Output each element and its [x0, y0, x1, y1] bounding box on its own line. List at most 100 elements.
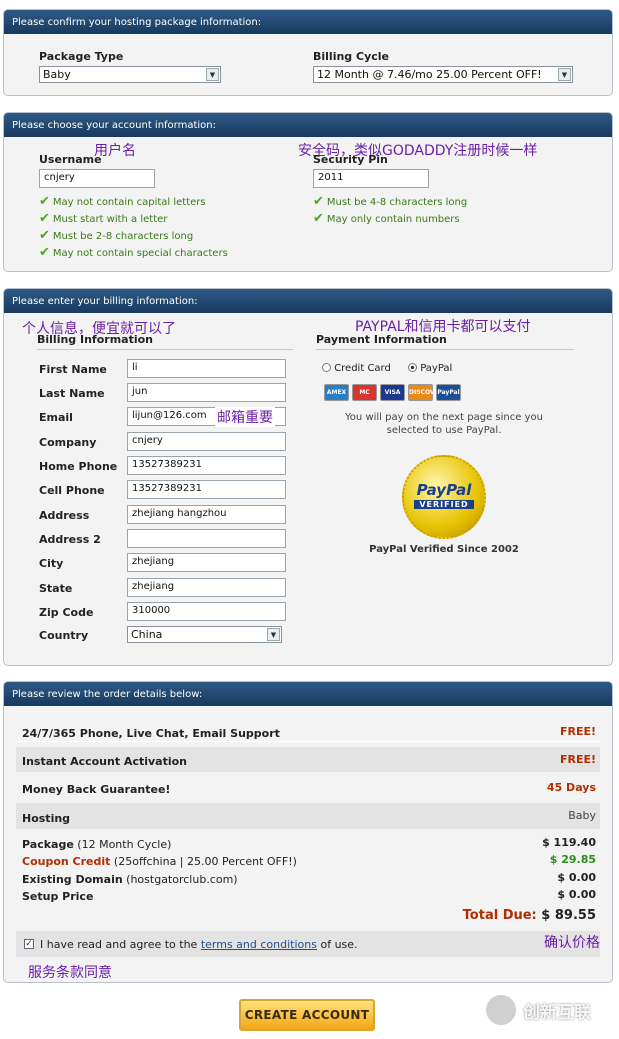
activation-label: Instant Account Activation: [22, 755, 188, 768]
email-label: Email: [39, 411, 73, 424]
email-annotation: 邮箱重要: [215, 407, 275, 427]
account-panel-header: Please choose your account information:: [4, 113, 612, 137]
cell-phone-input[interactable]: 13527389231: [127, 480, 286, 499]
username-rule: ✔ Must start with a letter: [39, 211, 168, 226]
state-label: State: [39, 582, 73, 595]
seal-paypal-text: PayPal: [416, 481, 472, 499]
coupon-row: Coupon Credit (25offchina | 25.00 Percen…: [16, 853, 600, 872]
last-name-input[interactable]: jun: [127, 383, 286, 402]
pin-input[interactable]: 2011: [313, 169, 429, 188]
billing-information-title: Billing Information: [37, 333, 293, 350]
radio-unchecked-icon[interactable]: [322, 363, 331, 372]
billing-cycle-value: 12 Month @ 7.46/mo 25.00 Percent OFF!: [317, 68, 542, 81]
mastercard-icon: MC: [352, 384, 377, 401]
first-name-label: First Name: [39, 363, 107, 376]
agree-checkbox-icon[interactable]: ✓: [24, 939, 34, 949]
price-annotation: 确认价格: [544, 935, 600, 951]
amex-icon: AMEX: [324, 384, 349, 401]
guarantee-value: 45 Days: [546, 781, 596, 794]
guarantee-row: Money Back Guarantee! 45 Days: [16, 775, 600, 800]
package-type-value: Baby: [43, 68, 71, 81]
first-name-input[interactable]: li: [127, 359, 286, 378]
watermark: 创新互联: [486, 993, 611, 1027]
coupon-label: Coupon Credit: [22, 855, 111, 868]
paypal-verified-seal-icon: PayPal VERIFIED: [402, 455, 486, 539]
agree-suffix: of use.: [320, 938, 358, 951]
company-input[interactable]: cnjery: [127, 432, 286, 451]
package-row: Package (12 Month Cycle) $ 119.40: [16, 836, 600, 855]
zip-code-label: Zip Code: [39, 606, 94, 619]
agree-row: ✓ I have read and agree to the terms and…: [16, 931, 600, 957]
last-name-label: Last Name: [39, 387, 105, 400]
total-due: Total Due: $ 89.55: [463, 908, 596, 923]
username-rule: ✔ May not contain capital letters: [39, 194, 206, 209]
watermark-logo-icon: [486, 995, 516, 1025]
hosting-label: Hosting: [22, 812, 71, 825]
country-value: China: [131, 628, 163, 641]
domain-row: Existing Domain (hostgatorclub.com) $ 0.…: [16, 871, 600, 890]
check-icon: ✔: [39, 194, 50, 209]
seal-verified-text: VERIFIED: [414, 500, 474, 509]
billing-cycle-select[interactable]: 12 Month @ 7.46/mo 25.00 Percent OFF! ▼: [313, 66, 573, 83]
package-type-label: Package Type: [39, 50, 124, 63]
package-detail: (12 Month Cycle): [77, 838, 172, 851]
address-input[interactable]: zhejiang hangzhou: [127, 505, 286, 524]
guarantee-label: Money Back Guarantee!: [22, 783, 171, 796]
create-account-button[interactable]: CREATE ACCOUNT: [239, 999, 375, 1031]
package-panel: Please confirm your hosting package info…: [3, 9, 613, 96]
check-icon: ✔: [39, 211, 50, 226]
support-value: FREE!: [559, 725, 596, 738]
zip-code-input[interactable]: 310000: [127, 602, 286, 621]
home-phone-input[interactable]: 13527389231: [127, 456, 286, 475]
paypal-logo-icon: PayPal: [436, 384, 461, 401]
support-row: 24/7/365 Phone, Live Chat, Email Support…: [16, 716, 600, 742]
username-rule: ✔ Must be 2-8 characters long: [39, 228, 194, 243]
visa-icon: VISA: [380, 384, 405, 401]
hosting-value: Baby: [568, 809, 596, 822]
city-label: City: [39, 557, 64, 570]
country-label: Country: [39, 629, 89, 642]
support-label: 24/7/365 Phone, Live Chat, Email Support: [22, 727, 280, 740]
billing-panel-header: Please enter your billing information:: [4, 289, 612, 313]
username-value: cnjery: [44, 172, 75, 183]
country-select[interactable]: China ▼: [127, 626, 282, 643]
check-icon: ✔: [313, 194, 324, 209]
pin-value: 2011: [318, 172, 344, 183]
pin-rule: ✔ Must be 4-8 characters long: [313, 194, 468, 209]
account-panel: Please choose your account information: …: [3, 112, 613, 272]
state-input[interactable]: zhejiang: [127, 578, 286, 597]
username-rule: ✔ May not contain special characters: [39, 245, 228, 260]
radio-checked-icon[interactable]: [408, 363, 417, 372]
pin-label: Security Pin: [313, 153, 388, 166]
home-phone-label: Home Phone: [39, 460, 118, 473]
city-input[interactable]: zhejiang: [127, 553, 286, 572]
check-icon: ✔: [39, 228, 50, 243]
paypal-option[interactable]: PayPal: [408, 363, 452, 374]
domain-label: Existing Domain: [22, 873, 123, 886]
terms-link[interactable]: terms and conditions: [201, 938, 317, 951]
address-label: Address: [39, 509, 90, 522]
payment-information-title: Payment Information: [316, 333, 574, 350]
chevron-down-icon: ▼: [558, 68, 571, 81]
username-input[interactable]: cnjery: [39, 169, 155, 188]
review-panel: Please review the order details below: 2…: [3, 681, 613, 983]
agree-text: I have read and agree to the: [40, 938, 198, 951]
setup-label: Setup Price: [22, 890, 94, 903]
chevron-down-icon: ▼: [206, 68, 219, 81]
billing-cycle-label: Billing Cycle: [313, 50, 389, 63]
billing-panel: Please enter your billing information: 个…: [3, 288, 613, 666]
address-2-label: Address 2: [39, 533, 101, 546]
agree-annotation: 服务条款同意: [28, 965, 112, 981]
hosting-row: Hosting Baby: [16, 803, 600, 829]
review-panel-header: Please review the order details below:: [4, 682, 612, 706]
paypal-verified-since: PayPal Verified Since 2002: [369, 544, 519, 555]
paypal-note: You will pay on the next page since you …: [345, 412, 543, 436]
credit-card-option[interactable]: Credit Card: [322, 363, 391, 374]
chevron-down-icon: ▼: [267, 628, 280, 641]
coupon-detail: (25offchina | 25.00 Percent OFF!): [113, 855, 297, 868]
package-type-select[interactable]: Baby ▼: [39, 66, 221, 83]
check-icon: ✔: [313, 211, 324, 226]
address-2-input[interactable]: [127, 529, 286, 548]
setup-row: Setup Price $ 0.00: [16, 888, 600, 907]
setup-value: $ 0.00: [557, 888, 596, 901]
